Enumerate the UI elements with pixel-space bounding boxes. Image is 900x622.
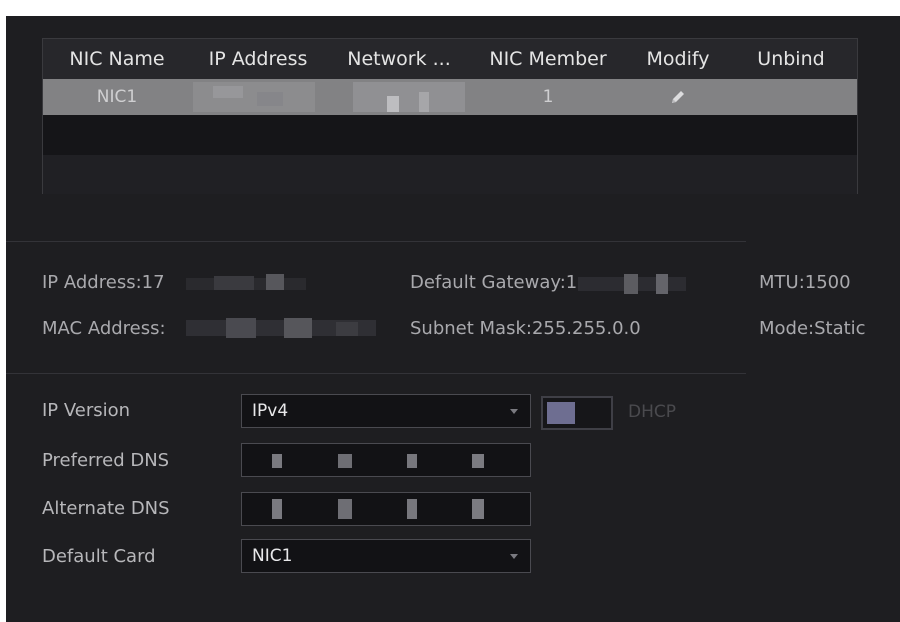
section-divider: [6, 241, 746, 242]
ip-version-value: IPv4: [252, 401, 289, 421]
dhcp-label: DHCP: [628, 402, 676, 422]
chevron-down-icon: [510, 554, 518, 559]
default-card-value: NIC1: [252, 546, 293, 566]
column-header-ip-address[interactable]: IP Address: [191, 39, 325, 79]
default-card-label: Default Card: [42, 546, 156, 567]
ip-address-redacted: [193, 82, 315, 112]
nic-table: NIC Name IP Address Network ... NIC Memb…: [42, 38, 858, 194]
section-divider: [6, 373, 746, 374]
ip-version-label: IP Version: [42, 400, 131, 421]
subnet-mask-label: Subnet Mask:: [410, 318, 532, 339]
column-header-network[interactable]: Network ...: [325, 39, 473, 79]
column-header-nic-member[interactable]: NIC Member: [473, 39, 623, 79]
modify-button[interactable]: [623, 79, 733, 115]
cell-nic-name: NIC1: [96, 87, 138, 107]
mode-info: Mode:Static: [759, 318, 866, 339]
default-gateway-redacted: [578, 274, 686, 294]
preferred-dns-label: Preferred DNS: [42, 450, 170, 471]
column-header-unbind[interactable]: Unbind: [733, 39, 849, 79]
alternate-dns-redacted: [272, 499, 282, 519]
subnet-mask-value: 255.255.0.0: [531, 318, 641, 339]
dhcp-toggle-knob: [547, 402, 575, 424]
table-header: NIC Name IP Address Network ... NIC Memb…: [43, 39, 857, 79]
chevron-down-icon: [510, 409, 518, 414]
column-header-nic-name[interactable]: NIC Name: [43, 39, 191, 79]
mac-address-redacted: [186, 316, 376, 340]
ip-address-info-redacted: [186, 272, 306, 294]
alternate-dns-input[interactable]: [241, 492, 531, 526]
pencil-icon: [672, 91, 684, 103]
network-settings-panel: NIC Name IP Address Network ... NIC Memb…: [6, 16, 900, 622]
unbind-button[interactable]: [733, 79, 849, 115]
default-gateway-label: Default Gateway:1: [410, 272, 578, 293]
mac-address-info: MAC Address:: [42, 318, 166, 339]
mtu-info: MTU:1500: [759, 272, 851, 293]
cell-nic-member: 1: [542, 87, 554, 107]
subnet-mask-info: Subnet Mask:255.255.0.0: [410, 318, 641, 339]
mode-label: Mode:: [759, 318, 815, 339]
dhcp-toggle[interactable]: [541, 396, 613, 430]
mac-address-label: MAC Address:: [42, 318, 166, 339]
ip-version-select[interactable]: IPv4: [241, 394, 531, 428]
mtu-value: 1500: [804, 272, 851, 293]
ip-address-info: IP Address:17: [42, 272, 165, 293]
alternate-dns-label: Alternate DNS: [42, 498, 170, 519]
table-row-empty: [43, 115, 857, 155]
mtu-label: MTU:: [759, 272, 805, 293]
ip-address-label: IP Address:17: [42, 272, 165, 293]
preferred-dns-redacted: [272, 454, 282, 468]
table-row-empty: [43, 155, 857, 194]
preferred-dns-input[interactable]: [241, 443, 531, 477]
default-gateway-info: Default Gateway:1: [410, 272, 577, 293]
network-redacted: [353, 82, 465, 112]
mode-value: Static: [814, 318, 866, 339]
default-card-select[interactable]: NIC1: [241, 539, 531, 573]
table-row[interactable]: NIC1 1: [43, 79, 857, 115]
column-header-modify[interactable]: Modify: [623, 39, 733, 79]
